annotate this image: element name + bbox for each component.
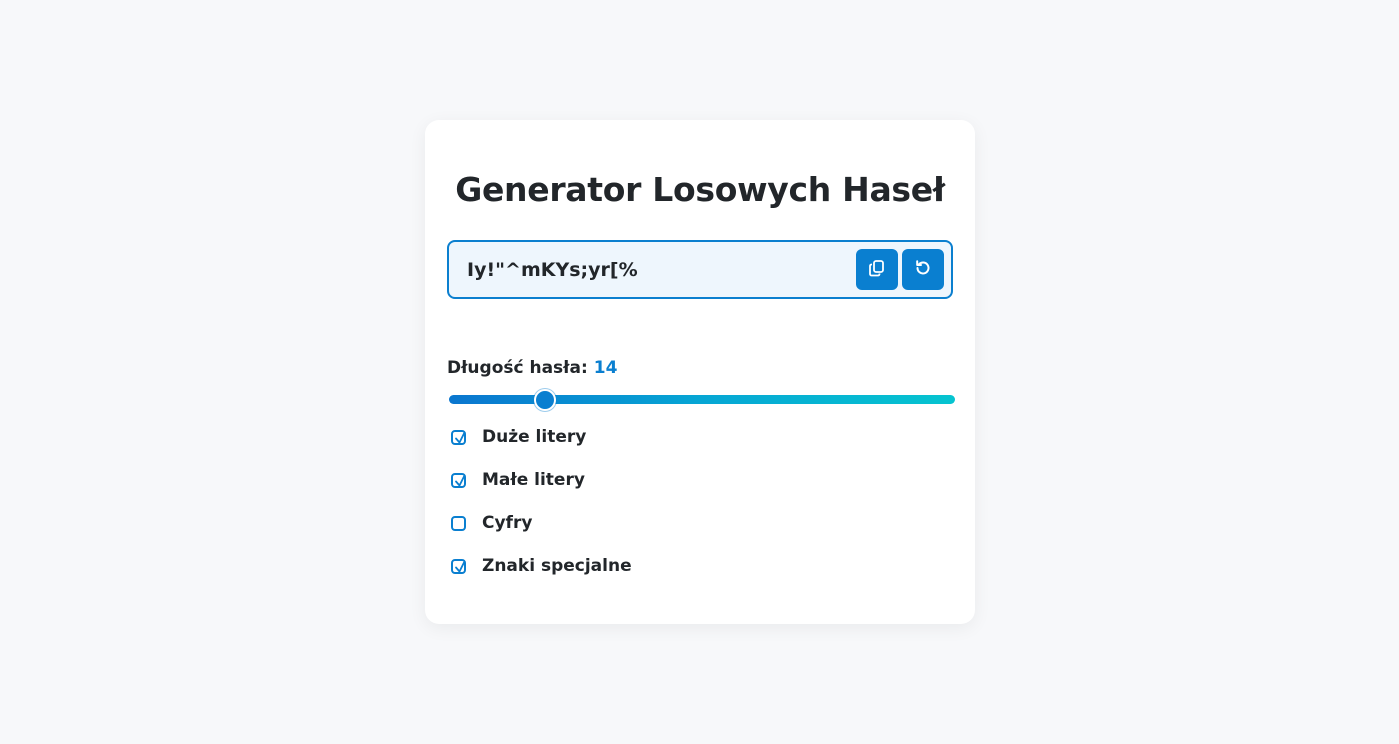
- copy-icon: [868, 259, 886, 281]
- length-label: Długość hasła:: [447, 358, 588, 378]
- copy-button[interactable]: [856, 249, 898, 290]
- checkmark-icon: [455, 474, 466, 486]
- checkmark-icon: [455, 431, 466, 443]
- page-title: Generator Losowych Haseł: [455, 170, 945, 209]
- length-slider[interactable]: [449, 389, 955, 411]
- generator-card: Generator Losowych Haseł Iy!"^mKYs;yr[% …: [425, 120, 975, 624]
- option-label: Małe litery: [482, 470, 585, 490]
- option-label: Cyfry: [482, 513, 533, 533]
- regenerate-button[interactable]: [902, 249, 944, 290]
- slider-thumb[interactable]: [534, 389, 557, 411]
- refresh-icon: [914, 259, 932, 281]
- option-row[interactable]: Znaki specjalne: [451, 554, 632, 578]
- checkbox-checked[interactable]: [451, 472, 466, 488]
- checkbox-checked[interactable]: [451, 429, 466, 445]
- checkbox-unchecked[interactable]: [451, 515, 466, 531]
- length-value: 14: [593, 358, 618, 378]
- option-label: Duże litery: [482, 427, 587, 447]
- checkbox-checked[interactable]: [451, 558, 466, 574]
- password-output[interactable]: Iy!"^mKYs;yr[%: [447, 240, 953, 299]
- option-row[interactable]: Duże litery: [451, 425, 586, 449]
- option-row[interactable]: Cyfry: [451, 511, 532, 535]
- option-label: Znaki specjalne: [482, 556, 632, 576]
- checkmark-icon: [455, 560, 466, 572]
- password-text: Iy!"^mKYs;yr[%: [467, 259, 638, 281]
- length-row: Długość hasła: 14: [447, 358, 617, 378]
- option-row[interactable]: Małe litery: [451, 468, 585, 492]
